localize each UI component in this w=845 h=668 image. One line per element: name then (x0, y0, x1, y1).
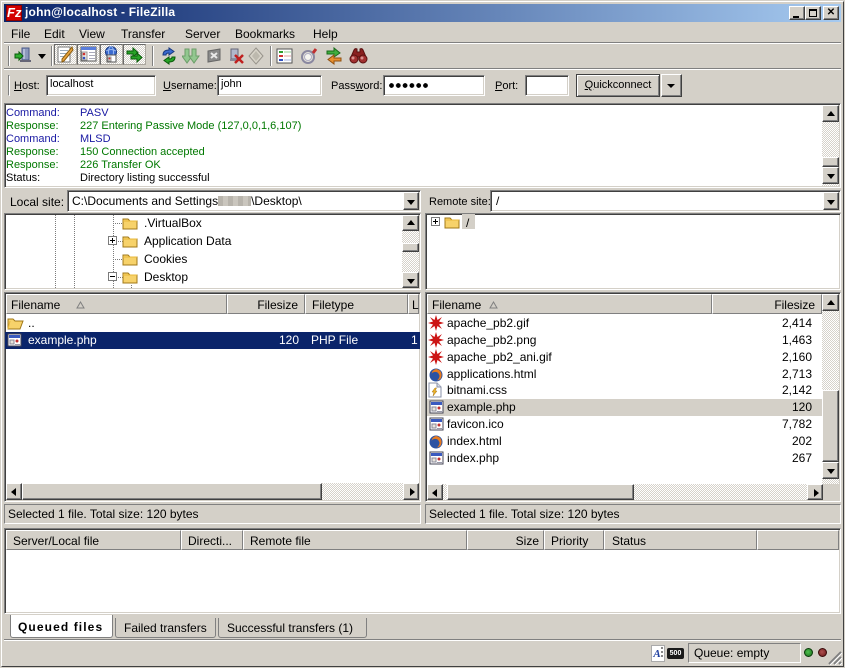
svg-text:A: A (652, 648, 660, 660)
